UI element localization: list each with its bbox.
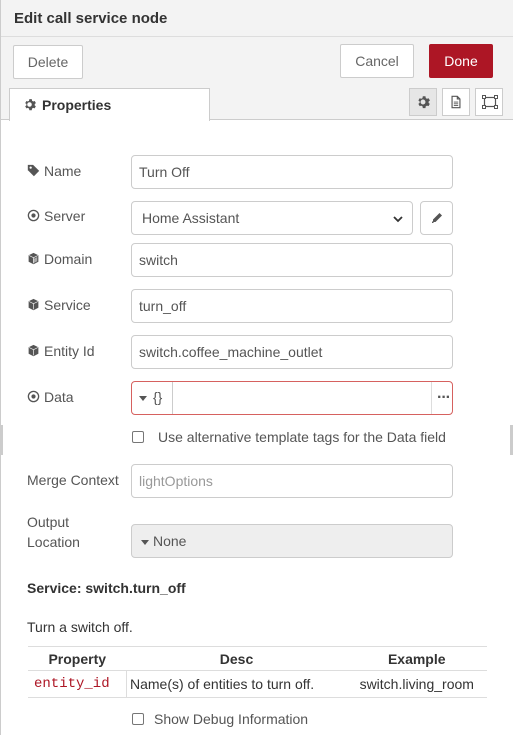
dot-circle-icon [27, 209, 40, 222]
caret-down-icon [139, 396, 147, 401]
server-label: Server [27, 208, 85, 224]
output-location-value: None [153, 533, 187, 549]
edit-server-button[interactable] [420, 201, 453, 235]
table-header-row: Property Desc Example [28, 646, 487, 671]
tab-properties[interactable]: Properties [9, 88, 210, 121]
caret-down-icon [141, 540, 149, 545]
pencil-icon [432, 213, 442, 223]
service-info-description: Turn a switch off. [27, 619, 133, 635]
server-select[interactable]: Home Assistant [131, 201, 413, 235]
alt-template-tags-checkbox[interactable] [132, 431, 144, 443]
cube-icon [28, 252, 39, 265]
dot-circle-icon [27, 390, 40, 403]
show-debug-label: Show Debug Information [154, 711, 309, 727]
domain-input[interactable]: switch [131, 243, 453, 277]
settings-tab-button[interactable] [409, 88, 437, 116]
cancel-button[interactable]: Cancel [340, 44, 414, 78]
file-text-icon [451, 95, 461, 109]
merge-context-label: Merge Context [27, 472, 119, 488]
name-input[interactable]: Turn Off [131, 155, 453, 189]
description-tab-button[interactable] [442, 88, 470, 116]
ellipsis-icon: ··· [437, 389, 451, 406]
gear-icon [23, 98, 36, 114]
data-label: Data [27, 389, 74, 405]
service-label: Service [27, 297, 91, 313]
show-debug-checkbox[interactable] [132, 713, 144, 725]
done-button[interactable]: Done [429, 44, 493, 78]
output-location-select[interactable]: None [131, 524, 453, 558]
tag-icon [27, 164, 40, 177]
entity-id-input[interactable]: switch.coffee_machine_outlet [131, 335, 453, 369]
cube-icon [28, 298, 39, 311]
tab-properties-label: Properties [42, 97, 112, 113]
data-type-selector[interactable]: {} [132, 382, 173, 414]
expand-editor-button[interactable]: ··· [431, 382, 452, 414]
merge-context-placeholder: lightOptions [139, 473, 213, 489]
merge-context-input[interactable]: lightOptions [131, 464, 453, 498]
name-label: Name [27, 163, 81, 179]
tray-toolbar: Delete Cancel Done [1, 37, 513, 87]
service-fields-table: Property Desc Example entity_id Name(s) … [28, 646, 487, 698]
dialog-title: Edit call service node [14, 10, 168, 27]
column-header-example: Example [346, 646, 487, 671]
service-info-title: Service: switch.turn_off [27, 580, 186, 596]
output-location-label: Output Location [27, 514, 80, 550]
data-typed-input[interactable]: {} ··· [131, 381, 453, 415]
cube-icon [28, 344, 39, 357]
tab-bar: Properties [1, 87, 513, 121]
node-frame-icon [482, 95, 498, 109]
entity-id-label: Entity Id [27, 343, 95, 359]
delete-button[interactable]: Delete [13, 45, 83, 79]
domain-label: Domain [27, 251, 92, 267]
property-cell: entity_id [28, 670, 127, 698]
chevron-down-icon [392, 212, 404, 228]
appearance-tab-button[interactable] [475, 88, 503, 116]
table-row: entity_id Name(s) of entities to turn of… [28, 670, 487, 698]
edit-tray: Edit call service node Delete Cancel Don… [0, 0, 513, 735]
column-header-desc: Desc [126, 646, 347, 671]
gear-icon [418, 96, 430, 109]
column-header-property: Property [28, 646, 127, 671]
example-cell: switch.living_room [346, 670, 487, 698]
resize-handle-left[interactable] [0, 425, 3, 455]
tray-header: Edit call service node [1, 0, 513, 37]
data-type-label: {} [153, 389, 163, 405]
alt-template-tags-label: Use alternative template tags for the Da… [158, 429, 446, 445]
service-input[interactable]: turn_off [131, 289, 453, 323]
desc-cell: Name(s) of entities to turn off. [126, 670, 347, 698]
server-select-value: Home Assistant [142, 210, 240, 226]
